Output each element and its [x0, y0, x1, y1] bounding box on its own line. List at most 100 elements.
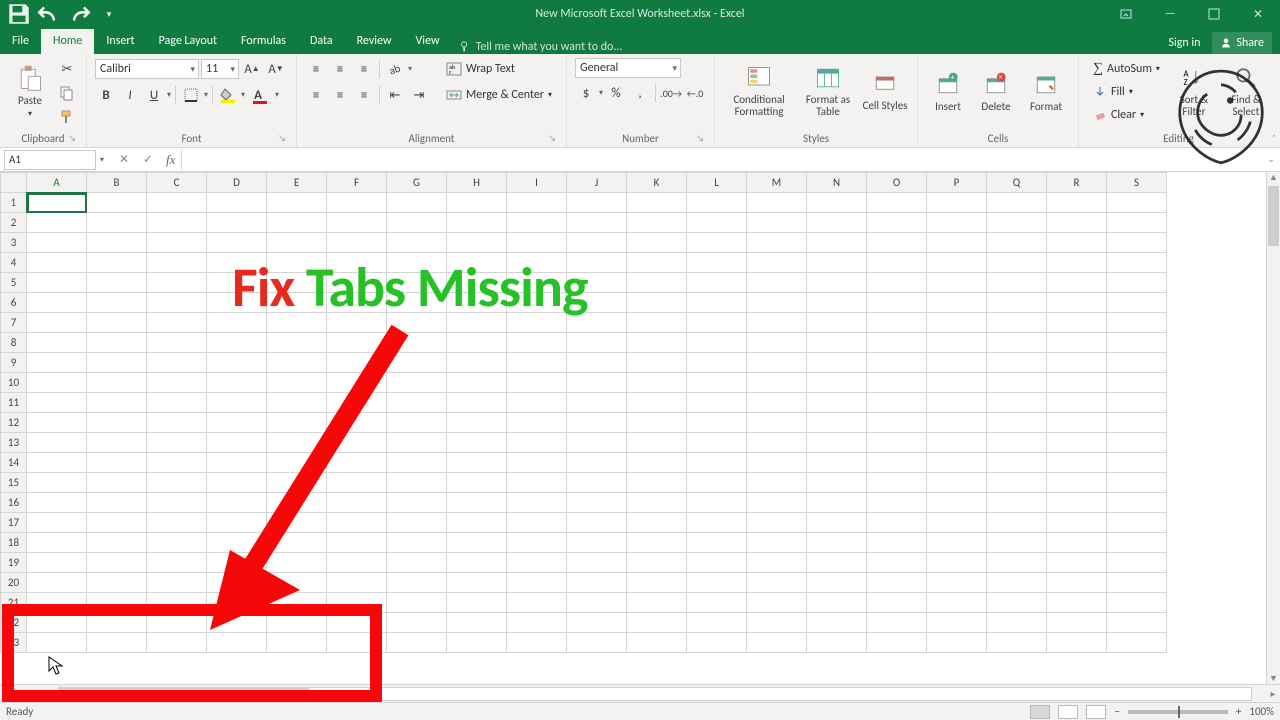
- cell[interactable]: [807, 533, 867, 553]
- cell[interactable]: [507, 553, 567, 573]
- cell[interactable]: [747, 313, 807, 333]
- cell[interactable]: [207, 373, 267, 393]
- cut-icon[interactable]: ✂: [56, 58, 78, 80]
- cell[interactable]: [207, 513, 267, 533]
- cell[interactable]: [267, 213, 327, 233]
- underline-button[interactable]: U: [143, 84, 165, 106]
- cell[interactable]: [27, 253, 87, 273]
- cell[interactable]: [987, 333, 1047, 353]
- cell[interactable]: [207, 613, 267, 633]
- cell[interactable]: [807, 493, 867, 513]
- cell[interactable]: [627, 273, 687, 293]
- cell[interactable]: [927, 213, 987, 233]
- cell[interactable]: [867, 613, 927, 633]
- merge-center-button[interactable]: Merge & Center ▾: [440, 84, 558, 106]
- cell[interactable]: [267, 573, 327, 593]
- cell[interactable]: [327, 553, 387, 573]
- cell[interactable]: [1107, 433, 1167, 453]
- row-header[interactable]: 4: [1, 253, 27, 273]
- cell[interactable]: [87, 413, 147, 433]
- cell[interactable]: [627, 573, 687, 593]
- cell[interactable]: [987, 453, 1047, 473]
- cell[interactable]: [447, 413, 507, 433]
- cell[interactable]: [27, 373, 87, 393]
- cell[interactable]: [927, 473, 987, 493]
- cell[interactable]: [687, 433, 747, 453]
- cell[interactable]: [567, 333, 627, 353]
- cell[interactable]: [567, 393, 627, 413]
- cell[interactable]: [87, 273, 147, 293]
- cell[interactable]: [807, 313, 867, 333]
- cell[interactable]: [147, 573, 207, 593]
- cell[interactable]: [567, 213, 627, 233]
- comma-icon[interactable]: ,: [629, 82, 651, 104]
- align-left-icon[interactable]: ≡: [305, 84, 327, 106]
- cell[interactable]: [627, 493, 687, 513]
- cell[interactable]: [1107, 253, 1167, 273]
- cell[interactable]: [267, 393, 327, 413]
- cell[interactable]: [567, 353, 627, 373]
- cell[interactable]: [567, 533, 627, 553]
- column-header[interactable]: Q: [987, 173, 1047, 193]
- cell[interactable]: [87, 553, 147, 573]
- cell[interactable]: [1047, 453, 1107, 473]
- cell[interactable]: [867, 213, 927, 233]
- cell[interactable]: [1107, 613, 1167, 633]
- cell[interactable]: [447, 213, 507, 233]
- cell[interactable]: [1047, 293, 1107, 313]
- cell[interactable]: [387, 493, 447, 513]
- cell[interactable]: [27, 393, 87, 413]
- normal-view-icon[interactable]: [1030, 705, 1050, 719]
- cell[interactable]: [387, 353, 447, 373]
- scroll-right-end-icon[interactable]: ▸: [1266, 687, 1280, 700]
- cell[interactable]: [207, 473, 267, 493]
- cell[interactable]: [1107, 453, 1167, 473]
- cell[interactable]: [87, 513, 147, 533]
- cell[interactable]: [87, 233, 147, 253]
- cell[interactable]: [507, 593, 567, 613]
- cell[interactable]: [507, 333, 567, 353]
- cell[interactable]: [327, 393, 387, 413]
- increase-indent-icon[interactable]: ⇥: [408, 84, 430, 106]
- cell[interactable]: [927, 533, 987, 553]
- cell[interactable]: [807, 513, 867, 533]
- page-break-view-icon[interactable]: [1086, 705, 1106, 719]
- cell[interactable]: [987, 513, 1047, 533]
- cell[interactable]: [87, 493, 147, 513]
- cell[interactable]: [687, 213, 747, 233]
- tab-home[interactable]: Home: [41, 29, 94, 54]
- cell[interactable]: [267, 333, 327, 353]
- cell[interactable]: [87, 373, 147, 393]
- cell[interactable]: [927, 393, 987, 413]
- column-header[interactable]: K: [627, 173, 687, 193]
- zoom-in-icon[interactable]: +: [1236, 705, 1241, 718]
- cell[interactable]: [387, 393, 447, 413]
- font-size-combo[interactable]: 11: [201, 59, 239, 79]
- tab-view[interactable]: View: [404, 29, 452, 54]
- cell[interactable]: [507, 213, 567, 233]
- cell[interactable]: [267, 453, 327, 473]
- cell[interactable]: [867, 373, 927, 393]
- cell[interactable]: [147, 313, 207, 333]
- column-header[interactable]: J: [567, 173, 627, 193]
- cell[interactable]: [567, 513, 627, 533]
- cell[interactable]: [927, 493, 987, 513]
- dialog-launcher-icon[interactable]: ↘: [548, 133, 556, 144]
- cell[interactable]: [927, 433, 987, 453]
- cell[interactable]: [147, 413, 207, 433]
- cell[interactable]: [327, 533, 387, 553]
- cell[interactable]: [147, 473, 207, 493]
- cell[interactable]: [27, 473, 87, 493]
- cell[interactable]: [387, 613, 447, 633]
- cell[interactable]: [147, 193, 207, 213]
- cell[interactable]: [27, 233, 87, 253]
- cell[interactable]: [1107, 633, 1167, 653]
- cell[interactable]: [867, 193, 927, 213]
- cell[interactable]: [747, 293, 807, 313]
- cell[interactable]: [1107, 273, 1167, 293]
- minimize-icon[interactable]: —: [1148, 0, 1192, 28]
- cell[interactable]: [987, 413, 1047, 433]
- cell[interactable]: [87, 333, 147, 353]
- cell[interactable]: [747, 273, 807, 293]
- cell[interactable]: [807, 473, 867, 493]
